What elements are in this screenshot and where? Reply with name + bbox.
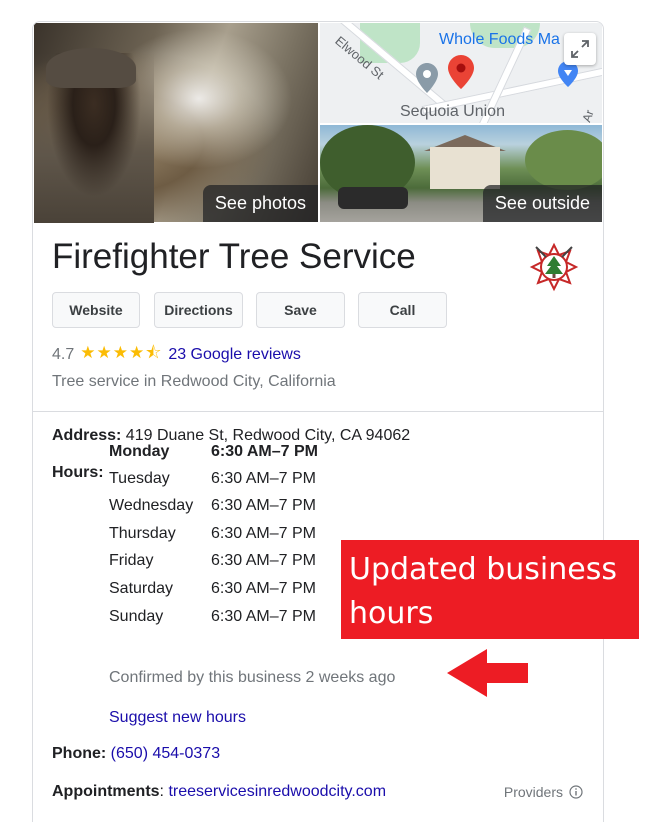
- address-label: Address:: [52, 427, 122, 444]
- save-button[interactable]: Save: [256, 292, 345, 328]
- location-pin-icon[interactable]: [448, 55, 474, 89]
- phone-label: Phone:: [52, 745, 107, 762]
- hours-time-monday: 6:30 AM–7 PM: [211, 443, 318, 460]
- reviews-link[interactable]: 23 Google reviews: [168, 346, 301, 364]
- see-photos-button[interactable]: See photos: [202, 185, 318, 222]
- business-name: Firefighter Tree Service: [52, 237, 416, 276]
- gray-pin-icon: [416, 63, 438, 93]
- hours-day-monday: Monday: [109, 443, 170, 460]
- see-outside-button[interactable]: See outside: [482, 185, 602, 222]
- divider: [33, 411, 603, 412]
- expand-map-button[interactable]: [564, 33, 596, 65]
- appointments-separator: :: [159, 783, 164, 800]
- hours-time-saturday: 6:30 AM–7 PM: [211, 580, 316, 597]
- rating-row: 4.7 ★★★★⯪ 23 Google reviews: [52, 340, 301, 369]
- providers-info[interactable]: Providers: [504, 784, 583, 800]
- providers-label: Providers: [503, 784, 563, 800]
- hours-time-sunday: 6:30 AM–7 PM: [211, 608, 316, 625]
- call-button[interactable]: Call: [358, 292, 447, 328]
- expand-icon: [571, 40, 589, 58]
- phone-link[interactable]: (650) 454-0373: [111, 745, 220, 762]
- photo-house: [430, 147, 500, 189]
- hours-day-thursday: Thursday: [109, 525, 176, 542]
- hours-day-wednesday: Wednesday: [109, 497, 194, 514]
- business-logo-icon: [529, 242, 579, 292]
- annotation-arrow-icon: [447, 649, 528, 697]
- hours-confirmed-note: Confirmed by this business 2 weeks ago: [109, 669, 396, 686]
- website-button[interactable]: Website: [52, 292, 140, 328]
- photo-car: [338, 187, 408, 209]
- business-photo[interactable]: See photos: [34, 23, 318, 223]
- hours-day-sunday: Sunday: [109, 608, 164, 625]
- annotation-callout: Updated business hours: [341, 540, 639, 639]
- hours-time-friday: 6:30 AM–7 PM: [211, 552, 316, 569]
- annotation-line-1: Updated business: [349, 552, 617, 587]
- map-street-label: Ar: [579, 107, 597, 123]
- info-icon: [569, 785, 583, 799]
- appointments-row: Appointments: treeservicesinredwoodcity.…: [52, 783, 386, 801]
- phone-row: Phone: (650) 454-0373: [52, 745, 220, 763]
- hours-label: Hours:: [52, 464, 104, 481]
- photo-tree: [525, 130, 602, 190]
- appointments-label: Appointments: [52, 783, 160, 800]
- suggest-hours-link[interactable]: Suggest new hours: [109, 709, 246, 727]
- business-category: Tree service in Redwood City, California: [52, 373, 336, 390]
- map-place-label-whole-foods: Whole Foods Ma: [439, 31, 560, 48]
- hours-day-saturday: Saturday: [109, 580, 174, 597]
- annotation-line-2: hours: [349, 596, 434, 631]
- star-rating-icon: ★★★★⯪: [80, 343, 163, 362]
- location-map[interactable]: Elwood St Whole Foods Ma Sequoia Union A…: [320, 23, 602, 123]
- hours-day-tuesday: Tuesday: [109, 470, 170, 487]
- photo-hat: [46, 48, 136, 88]
- rating-value: 4.7: [52, 345, 75, 363]
- hours-time-thursday: 6:30 AM–7 PM: [211, 525, 316, 542]
- address-value[interactable]: 419 Duane St, Redwood City, CA 94062: [121, 427, 410, 444]
- appointments-link[interactable]: treeservicesinredwoodcity.com: [168, 783, 386, 800]
- hours-day-friday: Friday: [109, 552, 154, 569]
- street-view-photo[interactable]: See outside: [320, 125, 602, 222]
- map-place-label-sequoia: Sequoia Union: [400, 103, 505, 120]
- hours-time-wednesday: 6:30 AM–7 PM: [211, 497, 316, 514]
- business-profile-card: See photos Elwood St Whole Foods Ma Sequ…: [32, 21, 604, 822]
- directions-button[interactable]: Directions: [154, 292, 243, 328]
- hours-time-tuesday: 6:30 AM–7 PM: [211, 470, 316, 487]
